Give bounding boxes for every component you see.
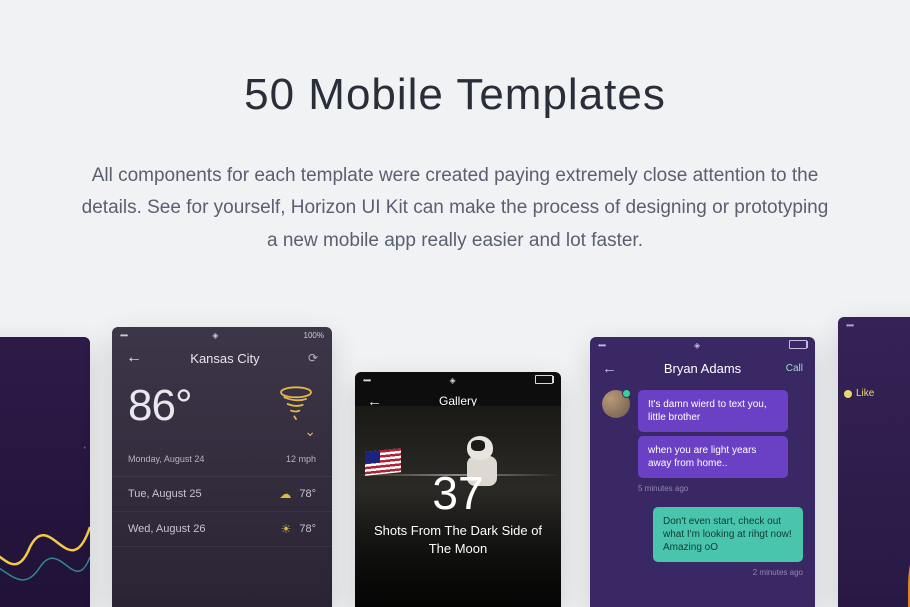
status-bar: ◈ 100% bbox=[112, 327, 332, 343]
signal-icon bbox=[120, 331, 127, 340]
message-incoming[interactable]: It's damn wierd to text you, little brot… bbox=[638, 390, 788, 432]
timestamp: 5 minutes ago bbox=[638, 484, 788, 493]
message-incoming[interactable]: when you are light years away from home.… bbox=[638, 436, 788, 478]
axis-label: • bbox=[84, 445, 86, 452]
city-title: Kansas City bbox=[190, 351, 259, 366]
call-button[interactable]: Call bbox=[786, 363, 803, 374]
back-icon[interactable]: ← bbox=[126, 349, 142, 367]
forecast-row[interactable]: Wed, August 26 ☀ 78° bbox=[112, 512, 332, 547]
mockup-row: 〰 • ◈ 100% ← Kansas City ⟳ 86° bbox=[0, 327, 910, 607]
page-title: 50 Mobile Templates bbox=[0, 70, 910, 120]
sun-icon: ☀ bbox=[281, 522, 292, 536]
forecast-list: Tue, August 25 ☁ 78° Wed, August 26 ☀ 78° bbox=[112, 476, 332, 547]
contact-name: Bryan Adams bbox=[664, 361, 741, 376]
forecast-temp: 78° bbox=[299, 488, 316, 500]
signal-icon bbox=[598, 341, 605, 350]
hero-photo: 37 Shots From The Dark Side of The Moon bbox=[355, 406, 561, 607]
forecast-temp: 78° bbox=[299, 523, 316, 535]
wind-speed: 12 mph bbox=[286, 454, 316, 464]
dot-icon bbox=[844, 390, 852, 398]
gallery-caption: Shots From The Dark Side of The Moon bbox=[373, 522, 543, 557]
timestamp: 2 minutes ago bbox=[753, 568, 803, 577]
mockup-weather: ◈ 100% ← Kansas City ⟳ 86° bbox=[112, 327, 332, 607]
chart-wave bbox=[0, 457, 90, 607]
avatar[interactable] bbox=[602, 390, 630, 418]
battery-icon bbox=[789, 340, 807, 351]
message-outgoing[interactable]: Don't even start, check out what I'm loo… bbox=[653, 507, 803, 562]
page-subtitle: All components for each template were cr… bbox=[75, 160, 835, 257]
wifi-icon: ◈ bbox=[450, 376, 456, 385]
like-label[interactable]: Like bbox=[838, 360, 910, 399]
forecast-row[interactable]: Tue, August 25 ☁ 78° bbox=[112, 477, 332, 512]
rain-icon: ☁ bbox=[279, 487, 291, 501]
settings-icon[interactable]: ⟳ bbox=[308, 351, 318, 365]
status-bar: ◈ bbox=[355, 372, 561, 388]
wifi-icon: ◈ bbox=[694, 341, 700, 350]
mockup-analytics: 〰 • bbox=[0, 337, 90, 607]
temperature: 86° bbox=[128, 381, 192, 431]
screen-title: Wee bbox=[838, 333, 910, 360]
status-bar bbox=[838, 317, 910, 333]
battery-label: 100% bbox=[304, 331, 324, 340]
signal-icon bbox=[363, 376, 370, 385]
signal-icon bbox=[846, 321, 853, 330]
status-bar: ◈ bbox=[590, 337, 815, 353]
battery-icon bbox=[535, 375, 553, 386]
current-date: Monday, August 24 bbox=[128, 454, 204, 464]
photo-count: 37 bbox=[432, 466, 483, 520]
mockup-gallery: ◈ ← Gallery 37 Shots From The Dark Side … bbox=[355, 372, 561, 607]
back-icon[interactable]: ← bbox=[602, 360, 617, 377]
forecast-day: Wed, August 26 bbox=[128, 523, 205, 535]
mockup-stats: Wee Like 500 400 300 bbox=[838, 317, 910, 607]
forecast-day: Tue, August 25 bbox=[128, 488, 202, 500]
wifi-icon: ◈ bbox=[212, 331, 218, 340]
mockup-chat: ◈ ← Bryan Adams Call It's damn wierd to … bbox=[590, 337, 815, 607]
tornado-icon bbox=[276, 384, 316, 429]
